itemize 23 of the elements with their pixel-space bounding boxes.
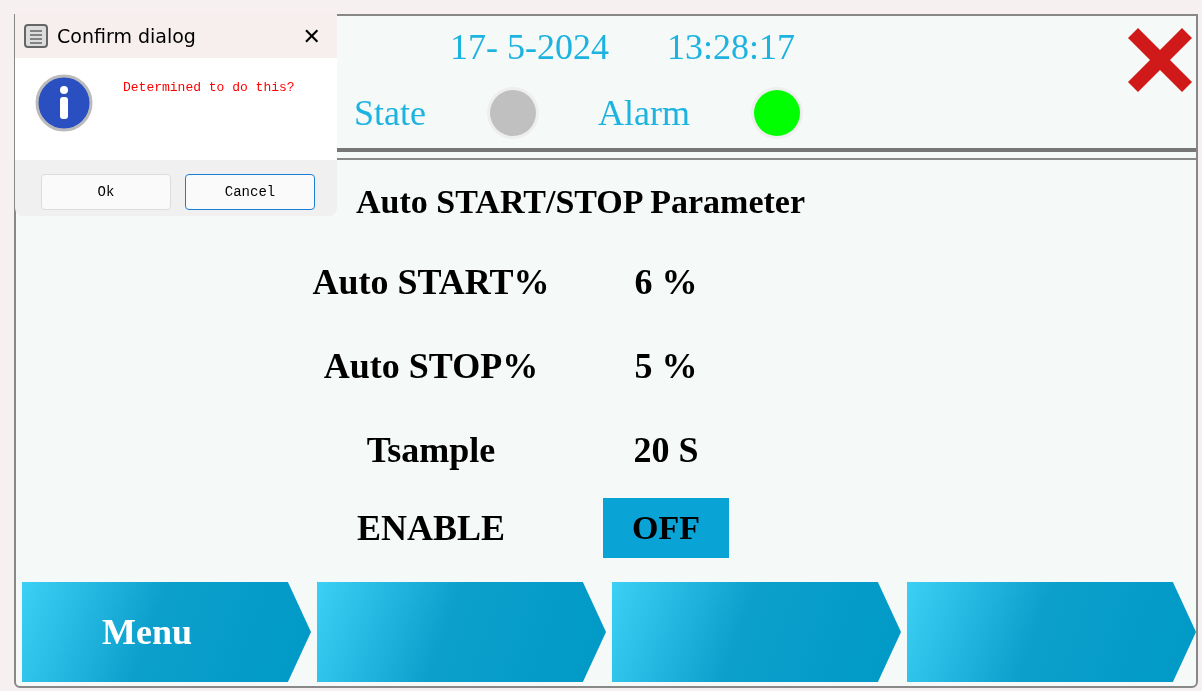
parameter-value: 20 S — [633, 429, 699, 472]
parameter-label: ENABLE — [356, 507, 505, 550]
indicator-label: Alarm — [598, 94, 690, 131]
date-text: 17- 5-2024 — [450, 28, 609, 65]
nav-button[interactable] — [907, 582, 1196, 682]
time-text: 13:28:17 — [667, 28, 795, 65]
nav-button[interactable] — [612, 582, 901, 682]
parameter-label: Auto START% — [312, 261, 550, 304]
dialog-message: Determined to do this? — [123, 80, 295, 97]
info-icon — [35, 74, 93, 132]
parameter-label: Tsample — [366, 429, 496, 472]
document-icon — [23, 23, 49, 49]
parameter-value: 5 % — [634, 345, 698, 388]
page-title: Auto START/STOP Parameter — [356, 182, 805, 222]
dialog-button[interactable]: Cancel — [185, 174, 315, 210]
close-button[interactable]: ✕ — [294, 23, 329, 49]
enable-toggle[interactable]: OFF — [603, 498, 729, 559]
dialog-button[interactable]: Ok — [41, 174, 171, 210]
parameter-value: 6 % — [634, 261, 698, 304]
dialog-title: Confirm dialog — [57, 25, 197, 47]
nav-button[interactable] — [317, 582, 606, 682]
parameter-label: Auto STOP% — [323, 345, 539, 388]
indicator-label: State — [354, 94, 426, 131]
